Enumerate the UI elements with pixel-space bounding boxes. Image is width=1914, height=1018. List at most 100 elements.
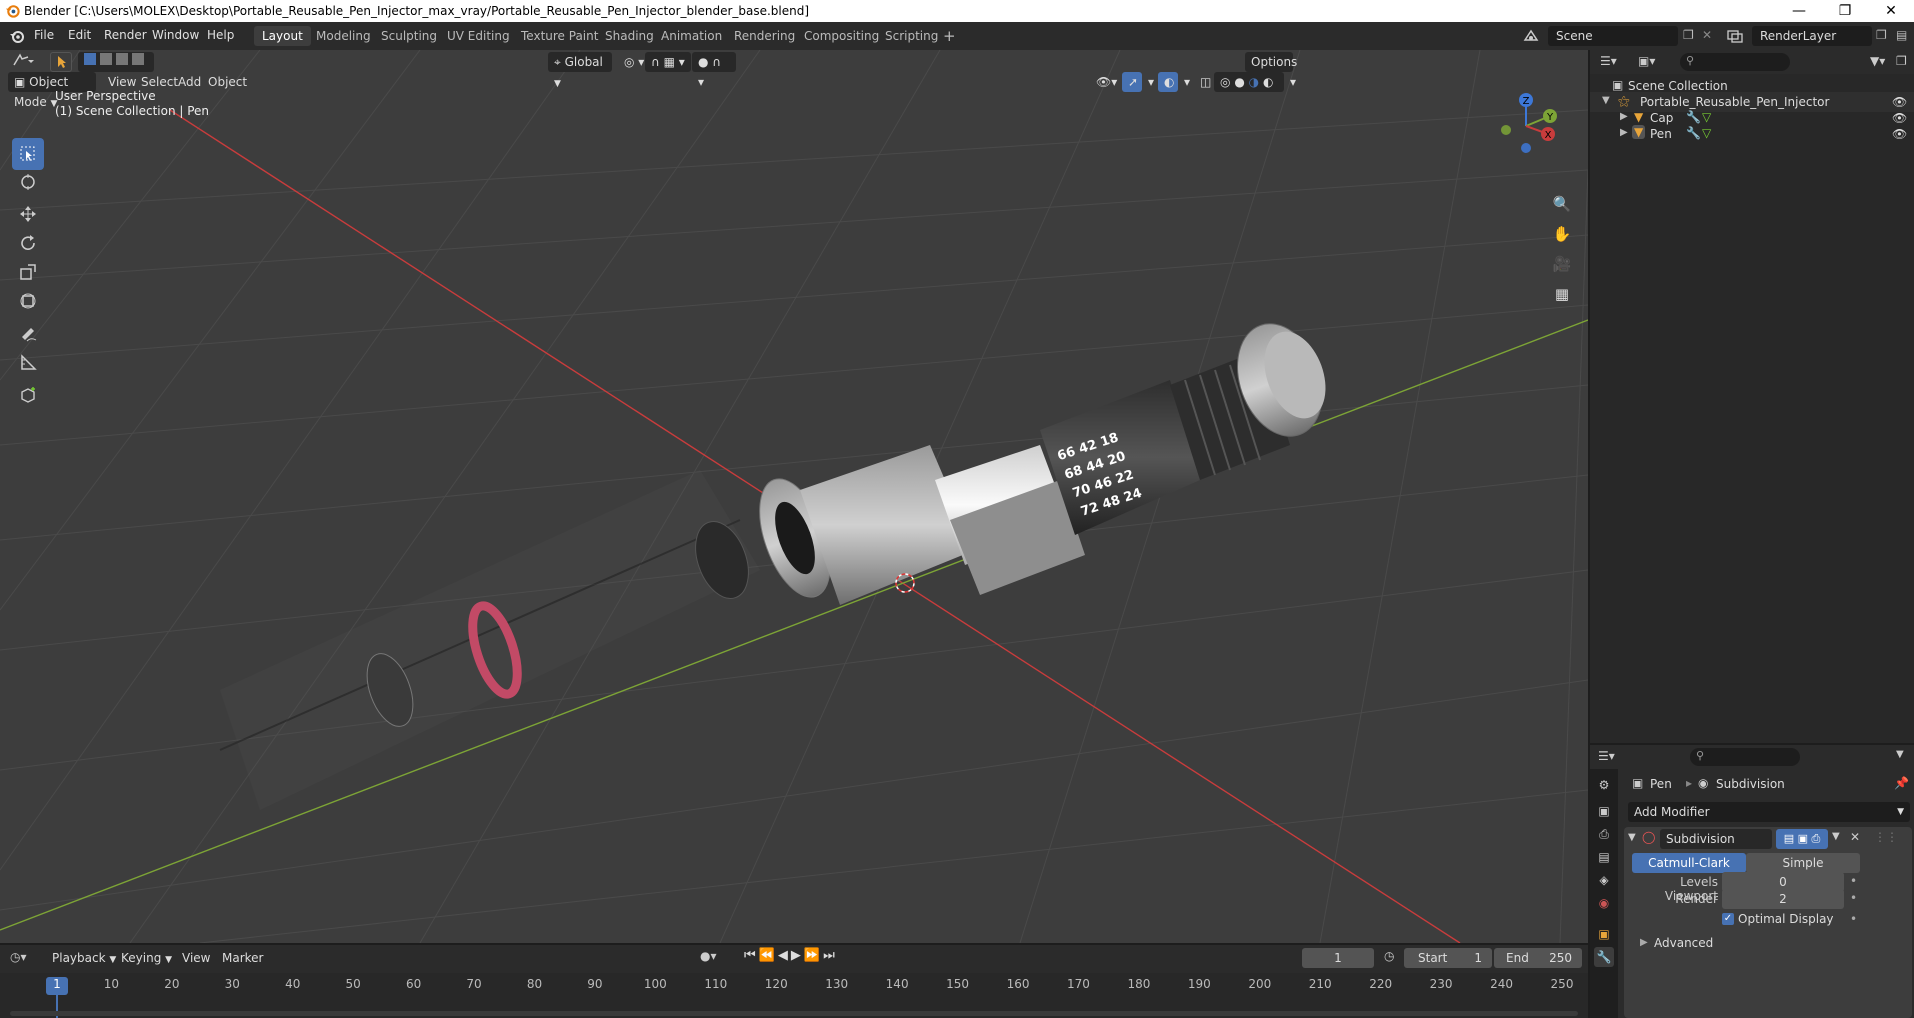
render-layer-icon[interactable] (1726, 27, 1748, 45)
wireframe-shading-icon[interactable]: ◎ (1220, 75, 1230, 89)
tweak-tool-icon[interactable] (50, 52, 72, 72)
overlay-toggle-icon[interactable]: ◐ (1158, 72, 1178, 92)
scene-icon[interactable] (1522, 27, 1540, 45)
tab-sculpting[interactable]: Sculpting (373, 26, 445, 46)
render-layer-field[interactable]: RenderLayer (1752, 26, 1872, 46)
timeline-menu-view[interactable]: View (176, 948, 216, 968)
properties-editor-type-icon[interactable]: ☰▾ (1598, 749, 1615, 763)
modifier-wrench-icon[interactable]: 🔧 (1686, 110, 1701, 124)
annotate-tool[interactable] (12, 318, 44, 350)
menu-edit[interactable]: Edit (68, 28, 91, 42)
menu-window[interactable]: Window (152, 28, 199, 42)
end-frame-field[interactable]: End 250 (1494, 948, 1582, 968)
gizmo-toggle-icon[interactable]: ➚ (1122, 72, 1142, 92)
new-scene-icon[interactable]: ❐ (1683, 28, 1694, 42)
collapse-arrow-icon[interactable]: ▼ (1628, 832, 1636, 843)
rendered-shading-icon[interactable]: ◐ (1263, 75, 1273, 89)
visibility-eye-icon[interactable]: 👁 (1892, 95, 1907, 109)
tab-layout[interactable]: Layout (254, 26, 311, 46)
add-modifier-dropdown[interactable]: Add Modifier ▼ (1628, 802, 1910, 822)
tab-texture-paint[interactable]: Texture Paint (513, 26, 606, 46)
layer-settings-icon[interactable]: ▤ (1896, 28, 1907, 42)
snap-icon[interactable]: ∩ ▦ ▾ (645, 52, 691, 72)
keyframe-dot-icon[interactable]: • (1850, 912, 1857, 926)
transform-orientation-dropdown[interactable]: ⌖ Global ▼ (548, 52, 612, 89)
visibility-icon[interactable]: 👁▾ (1090, 72, 1123, 92)
simple-option[interactable]: Simple (1746, 853, 1860, 873)
object-tab-icon[interactable]: ▣ (1594, 924, 1614, 944)
properties-search-input[interactable]: ⚲ (1690, 748, 1800, 766)
new-layer-icon[interactable]: ❐ (1876, 28, 1887, 42)
render-levels-field[interactable]: 2 (1722, 889, 1844, 909)
menu-file[interactable]: File (34, 28, 54, 42)
timeline-scrollbar[interactable] (10, 1011, 1578, 1016)
outliner-editor-type-icon[interactable]: ☰▾ (1600, 54, 1617, 68)
neg-z-axis-handle[interactable] (1521, 143, 1531, 153)
expand-arrow-icon[interactable]: ▶ (1640, 937, 1648, 948)
selection-mode-icons[interactable] (78, 52, 154, 72)
render-tab-icon[interactable]: ▣ (1594, 801, 1614, 821)
filter-icon[interactable]: ▼▾ (1870, 54, 1885, 68)
play-icon[interactable]: ▶ (791, 948, 804, 963)
current-frame-field[interactable]: 1 (1302, 948, 1374, 968)
timeline-menu-marker[interactable]: Marker (216, 948, 269, 968)
tab-uv-editing[interactable]: UV Editing (439, 26, 518, 46)
material-shading-icon[interactable]: ◑ (1249, 75, 1259, 89)
view-layer-tab-icon[interactable]: ▤ (1594, 847, 1614, 867)
scene-name-field[interactable]: Scene (1548, 26, 1678, 46)
display-mode-icon[interactable]: ▣▾ (1638, 54, 1655, 68)
cursor-tool[interactable] (12, 166, 44, 198)
rotate-tool[interactable] (12, 227, 44, 259)
mesh-data-icon[interactable]: ▽ (1702, 110, 1711, 124)
mesh-data-icon[interactable]: ▽ (1702, 126, 1711, 140)
output-tab-icon[interactable]: ⎙ (1594, 824, 1614, 844)
pin-icon[interactable]: 📌 (1894, 776, 1909, 790)
transform-tool[interactable] (12, 285, 44, 317)
expand-arrow-icon[interactable]: ▶ (1620, 111, 1628, 122)
jump-end-icon[interactable]: ⏭ (823, 948, 838, 963)
timeline-editor-type-icon[interactable]: ◷▾ (10, 950, 27, 964)
edit-mode-toggle-icon[interactable]: ▤ (1784, 832, 1794, 845)
outliner-row-pen[interactable]: ▶ ▼ Pen 🔧 ▽ 👁 (1590, 124, 1914, 144)
shading-dropdown-icon[interactable]: ▾ (1284, 72, 1302, 92)
tool-settings-tab-icon[interactable]: ⚙ (1594, 775, 1614, 795)
neg-y-axis-handle[interactable] (1501, 125, 1511, 135)
prev-keyframe-icon[interactable]: ⏪ (759, 948, 778, 963)
remove-modifier-icon[interactable]: ✕ (1850, 830, 1860, 844)
modifier-name-field[interactable]: Subdivision (1660, 829, 1772, 849)
shading-mode-icons[interactable]: ◎ ● ◑ ◐ (1214, 72, 1284, 92)
restore-button[interactable]: ❐ (1822, 0, 1868, 22)
tab-compositing[interactable]: Compositing (796, 26, 887, 46)
viewport-toggle-icon[interactable]: ▣ (1798, 832, 1808, 845)
keyframe-dot-icon[interactable]: • (1850, 891, 1857, 905)
modifier-visibility-toggles[interactable]: ▤ ▣ ⎙ (1776, 829, 1828, 849)
options-dropdown[interactable]: Options ▼ (1245, 52, 1297, 89)
close-window-button[interactable]: ✕ (1868, 0, 1914, 22)
play-reverse-icon[interactable]: ◀ (778, 948, 791, 963)
ortho-toggle-icon[interactable]: ▦ (1550, 285, 1574, 309)
tab-modeling[interactable]: Modeling (308, 26, 379, 46)
world-tab-icon[interactable]: ◉ (1594, 893, 1614, 913)
timeline-menu-keying[interactable]: Keying ▼ (115, 948, 178, 968)
keyframe-dot-icon[interactable]: • (1850, 874, 1857, 888)
optimal-display-checkbox[interactable]: ✓ (1722, 913, 1734, 925)
visibility-eye-icon[interactable]: 👁 (1892, 127, 1907, 141)
chevron-down-icon[interactable]: ▼ (1896, 749, 1904, 760)
outliner-search-input[interactable]: ⚲ (1680, 53, 1790, 71)
record-icon[interactable]: ●▾ (700, 949, 717, 963)
blender-menu-icon[interactable] (8, 28, 26, 44)
measure-tool[interactable] (12, 347, 44, 379)
minimize-button[interactable]: — (1776, 0, 1822, 22)
viewport-menu-object[interactable]: Object (202, 72, 253, 92)
modifier-menu-chevron-icon[interactable]: ▼ (1832, 831, 1840, 842)
visibility-eye-icon[interactable]: 👁 (1892, 111, 1907, 125)
jump-start-icon[interactable]: ⏮ (744, 948, 759, 963)
timeline-frame-ruler[interactable]: 1 10 20 30 40 50 60 70 80 90 100 110 120 130 140 150 160… (0, 973, 1588, 1018)
start-frame-field[interactable]: Start 1 (1404, 948, 1492, 968)
new-collection-icon[interactable]: ❐ (1896, 54, 1907, 68)
camera-view-icon[interactable]: 🎥 (1550, 255, 1574, 279)
scale-tool[interactable] (12, 256, 44, 288)
next-keyframe-icon[interactable]: ⏩ (804, 948, 823, 963)
remove-scene-icon[interactable]: ✕ (1702, 28, 1712, 42)
solid-shading-icon[interactable]: ● (1234, 75, 1244, 89)
